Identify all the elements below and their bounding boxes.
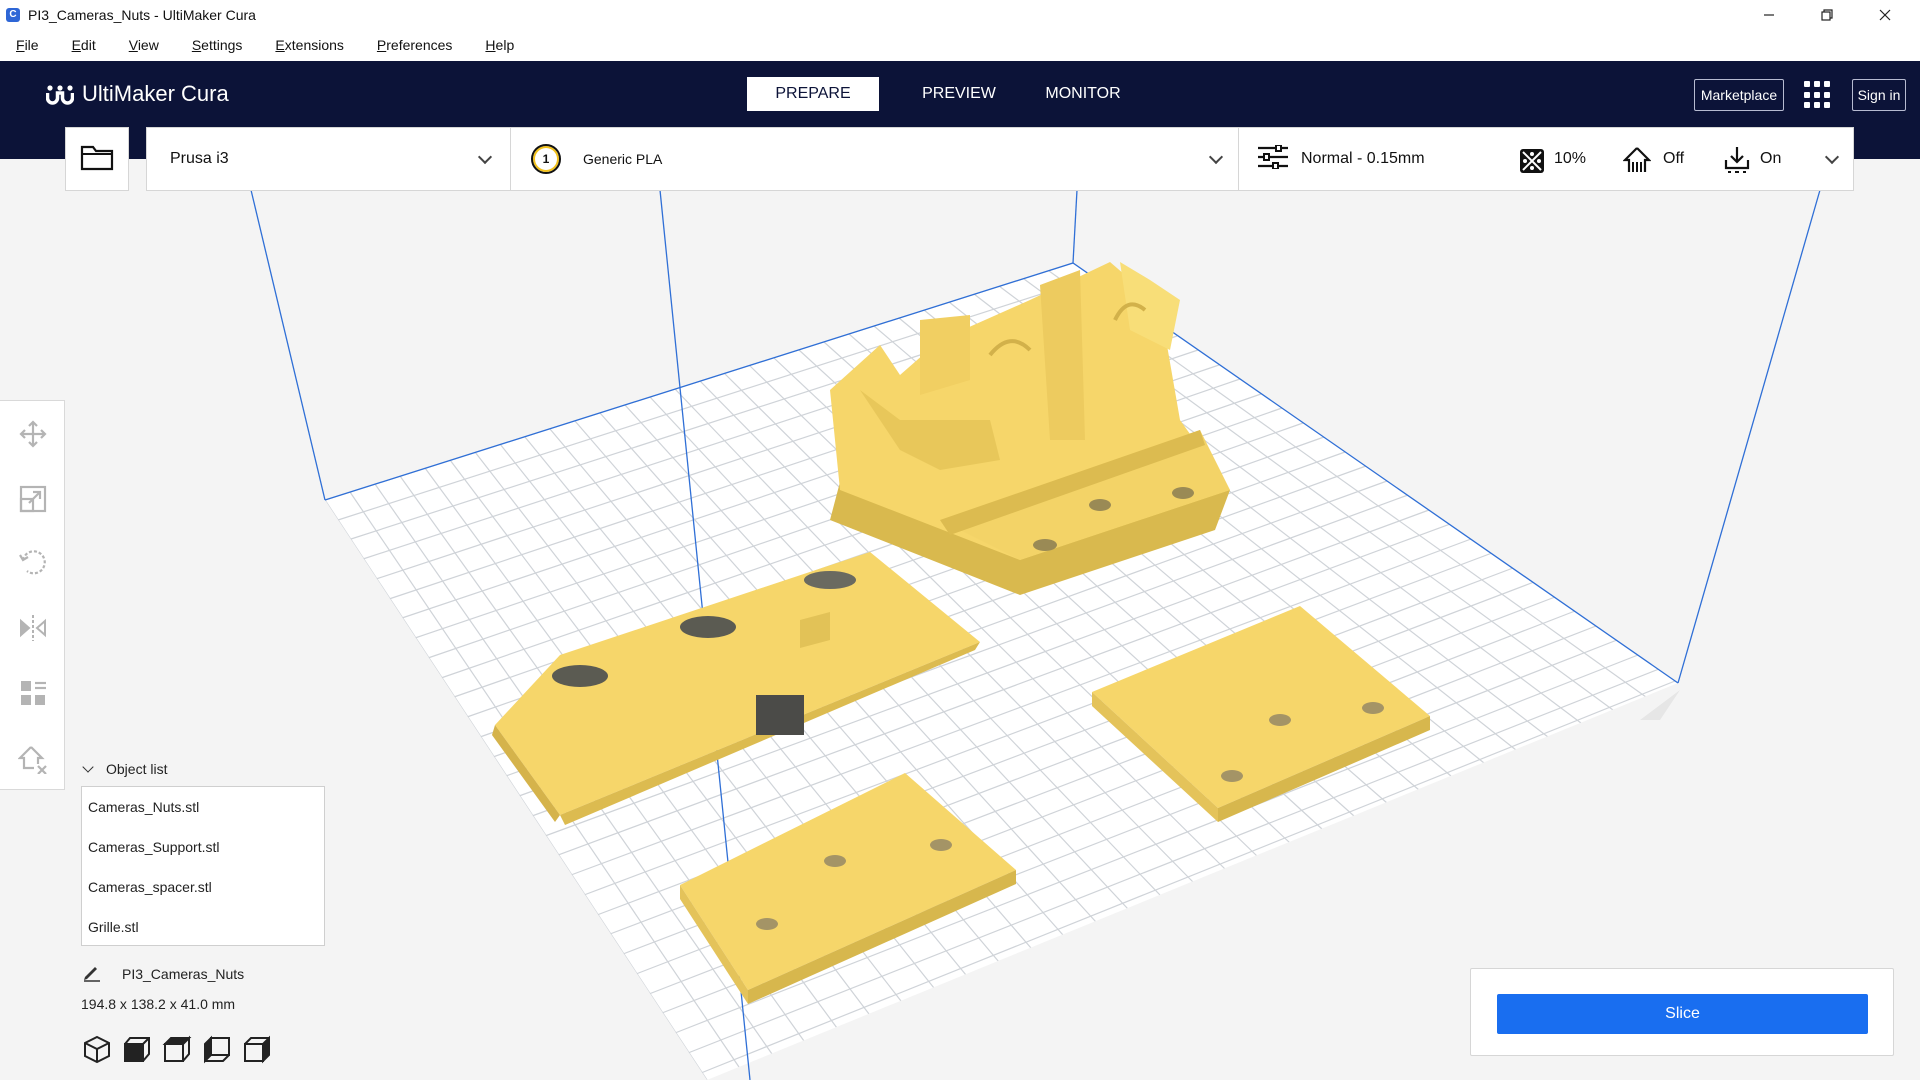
chevron-down-icon: [82, 761, 94, 773]
model-dimensions: 194.8 x 138.2 x 41.0 mm: [81, 996, 236, 1012]
close-icon[interactable]: [1856, 0, 1914, 29]
list-item[interactable]: Cameras_Support.stl: [82, 827, 324, 867]
mirror-icon[interactable]: [18, 613, 48, 643]
transform-toolbar: [0, 400, 65, 790]
sliders-icon: [1257, 143, 1289, 174]
move-icon[interactable]: [18, 419, 48, 449]
object-list-title: Object list: [106, 761, 168, 777]
camera-view-buttons: [82, 1034, 282, 1064]
chevron-down-icon: [1208, 149, 1224, 165]
tab-preview[interactable]: PREVIEW: [919, 77, 999, 111]
window-title: PI3_Cameras_Nuts - UltiMaker Cura: [28, 6, 256, 23]
list-item[interactable]: Grille.stl: [82, 907, 324, 947]
chevron-down-icon: [477, 149, 493, 165]
rotate-icon[interactable]: [18, 547, 48, 577]
profile-label: Normal - 0.15mm: [1301, 150, 1425, 167]
extruder-badge: 1: [531, 144, 561, 174]
project-name: PI3_Cameras_Nuts: [122, 965, 245, 982]
material-name: Generic PLA: [583, 151, 663, 167]
list-item[interactable]: Cameras_spacer.stl: [82, 867, 324, 907]
support-blocker-icon[interactable]: [17, 744, 48, 775]
marketplace-button[interactable]: Marketplace: [1694, 79, 1784, 111]
menu-help[interactable]: Help: [485, 37, 514, 53]
ultimaker-logo-icon: [45, 84, 75, 105]
menu-settings[interactable]: Settings: [192, 37, 243, 53]
infill-icon: [1519, 148, 1545, 179]
left-view-icon[interactable]: [202, 1034, 232, 1064]
menu-view[interactable]: View: [129, 37, 159, 53]
per-model-settings-icon[interactable]: [18, 678, 48, 708]
action-panel: Slice: [1470, 968, 1894, 1056]
printer-name: Prusa i3: [170, 150, 229, 167]
sign-in-button[interactable]: Sign in: [1852, 79, 1906, 111]
apps-grid-icon[interactable]: [1804, 81, 1832, 109]
adhesion-value: On: [1760, 150, 1782, 167]
right-view-icon[interactable]: [242, 1034, 272, 1064]
support-value: Off: [1663, 150, 1685, 167]
3d-view-icon[interactable]: [82, 1034, 112, 1064]
menu-file[interactable]: File: [16, 37, 39, 53]
title-bar: C PI3_Cameras_Nuts - UltiMaker Cura: [0, 0, 1920, 29]
support-icon: [1622, 146, 1652, 179]
brand-name: UltiMaker Cura: [82, 81, 229, 106]
top-view-icon[interactable]: [162, 1034, 192, 1064]
front-view-icon[interactable]: [122, 1034, 152, 1064]
scale-icon[interactable]: [18, 484, 48, 514]
material-selector[interactable]: 1 Generic PLA: [510, 127, 1239, 191]
restore-icon[interactable]: [1798, 0, 1856, 29]
menu-preferences[interactable]: Preferences: [377, 37, 453, 53]
folder-icon: [80, 143, 114, 176]
menu-edit[interactable]: Edit: [72, 37, 96, 53]
slice-button[interactable]: Slice: [1497, 994, 1868, 1034]
tab-monitor[interactable]: MONITOR: [1043, 77, 1123, 111]
menu-extensions[interactable]: Extensions: [275, 37, 344, 53]
chevron-down-icon: [1824, 149, 1840, 165]
tab-prepare[interactable]: PREPARE: [747, 77, 879, 111]
pencil-icon[interactable]: [82, 962, 102, 985]
menu-bar: File Edit View Settings Extensions Prefe…: [0, 29, 1920, 61]
cura-app-icon: C: [6, 7, 20, 22]
infill-value: 10%: [1554, 150, 1587, 167]
list-item[interactable]: Cameras_Nuts.stl: [82, 787, 324, 827]
print-settings-selector[interactable]: Normal - 0.15mm 10% Off On: [1238, 127, 1854, 191]
brand-logo: UltiMaker Cura: [45, 81, 229, 107]
object-list: Cameras_Nuts.stl Cameras_Support.stl Cam…: [81, 786, 325, 946]
object-list-toggle[interactable]: Object list: [82, 761, 167, 777]
adhesion-icon: [1723, 146, 1751, 179]
minimize-icon[interactable]: [1740, 0, 1798, 29]
printer-selector[interactable]: Prusa i3: [146, 127, 511, 191]
stage-tabs: PREPARE PREVIEW MONITOR: [747, 77, 1131, 111]
open-file-button[interactable]: [65, 127, 129, 191]
project-name-row: PI3_Cameras_Nuts: [82, 962, 244, 985]
